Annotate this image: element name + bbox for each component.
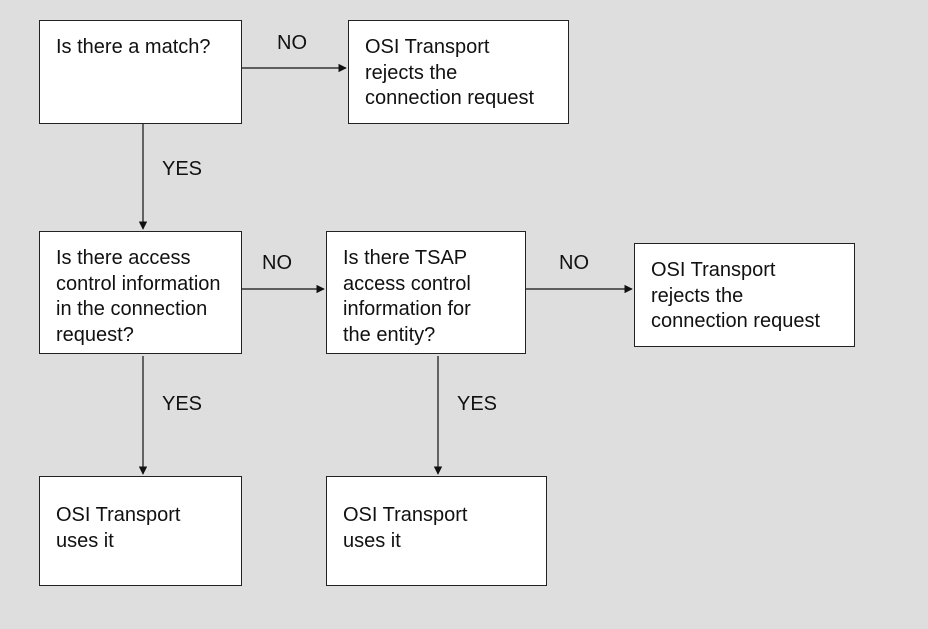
outcome-uses-it-1: OSI Transport uses it (39, 476, 242, 586)
box-text: OSI Transport rejects the connection req… (365, 35, 534, 112)
decision-is-there-a-match: Is there a match? (39, 20, 242, 124)
box-text: Is there access control information in t… (56, 246, 221, 348)
flowchart-canvas: Is there a match? NO OSI Transport rejec… (0, 0, 928, 629)
outcome-reject-1: OSI Transport rejects the connection req… (348, 20, 569, 124)
edge-label-yes: YES (162, 393, 202, 416)
box-text: OSI Transport uses it (56, 503, 181, 554)
box-text: Is there TSAP access control information… (343, 246, 471, 348)
edge-label-yes: YES (457, 393, 497, 416)
outcome-reject-2: OSI Transport rejects the connection req… (634, 243, 855, 347)
outcome-uses-it-2: OSI Transport uses it (326, 476, 547, 586)
box-text: Is there a match? (56, 35, 211, 61)
edge-label-yes: YES (162, 158, 202, 181)
edge-label-no: NO (277, 32, 307, 55)
decision-access-control-in-request: Is there access control information in t… (39, 231, 242, 354)
box-text: OSI Transport rejects the connection req… (651, 258, 820, 335)
edge-label-no: NO (559, 252, 589, 275)
box-text: OSI Transport uses it (343, 503, 468, 554)
edge-label-no: NO (262, 252, 292, 275)
decision-tsap-access-control: Is there TSAP access control information… (326, 231, 526, 354)
